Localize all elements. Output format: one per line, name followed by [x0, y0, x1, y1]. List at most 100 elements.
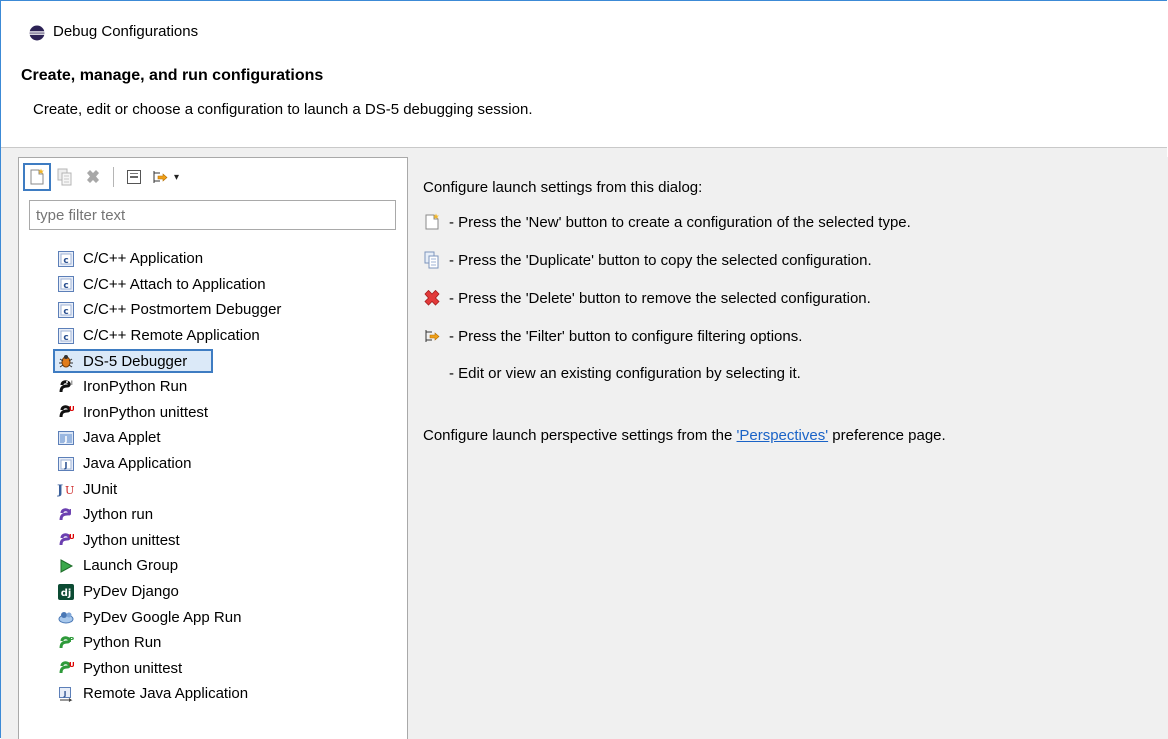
tree-item-label: C/C++ Postmortem Debugger: [83, 301, 282, 319]
svg-text:J: J: [64, 435, 68, 444]
tree-item-python-run[interactable]: P Python Run: [57, 630, 397, 656]
tree-item-cpp-application[interactable]: c C/C++ Application: [57, 246, 397, 272]
svg-text:J: J: [64, 461, 68, 470]
tree-item-ironpython-unittest[interactable]: U IronPython unittest: [57, 400, 397, 426]
tree-item-pydev-google-app-run[interactable]: PyDev Google App Run: [57, 604, 397, 630]
perspective-suffix: preference page.: [828, 427, 946, 444]
c-icon: c: [57, 301, 75, 319]
python-unittest-icon: U: [57, 403, 75, 421]
delete-button[interactable]: [79, 163, 107, 191]
tree-item-jython-run[interactable]: J Jython run: [57, 502, 397, 528]
filter-icon: [423, 327, 441, 345]
configuration-tree-panel: ▾ c C/C++ Application c C/C++ Attach to …: [18, 157, 408, 739]
tree-item-label: Java Applet: [83, 429, 161, 447]
tree-item-label: Launch Group: [83, 557, 179, 575]
duplicate-icon: [57, 168, 72, 186]
tree-item-cpp-attach[interactable]: c C/C++ Attach to Application: [57, 272, 397, 298]
tree-item-jython-unittest[interactable]: U Jython unittest: [57, 528, 397, 554]
dialog-header: Create, manage, and run configurations C…: [1, 63, 1167, 148]
junit-icon: JU: [57, 480, 75, 498]
svg-text:I: I: [71, 380, 73, 387]
tree-item-remote-java-application[interactable]: J Remote Java Application: [57, 681, 397, 707]
info-duplicate-line: - Press the 'Duplicate' button to copy t…: [423, 251, 872, 269]
filter-dropdown-arrow[interactable]: ▾: [174, 172, 179, 183]
jython-icon: J: [57, 506, 75, 524]
duplicate-button[interactable]: [51, 163, 79, 191]
info-new-text: - Press the 'New' button to create a con…: [449, 213, 911, 231]
info-filter-line: - Press the 'Filter' button to configure…: [423, 327, 802, 345]
django-icon: dj: [57, 583, 75, 601]
toolbar-separator: [113, 167, 114, 187]
svg-text:c: c: [63, 307, 68, 317]
filter-icon: [153, 171, 168, 183]
tree-item-python-unittest[interactable]: U Python unittest: [57, 656, 397, 682]
c-icon: c: [57, 275, 75, 293]
python-run-icon: P: [57, 634, 75, 652]
tree-item-java-application[interactable]: J Java Application: [57, 451, 397, 477]
tree-item-label: Remote Java Application: [83, 685, 249, 703]
collapse-all-button[interactable]: [120, 163, 148, 191]
filter-input[interactable]: [29, 200, 396, 230]
tree-item-label: C/C++ Remote Application: [83, 327, 260, 345]
svg-text:c: c: [63, 333, 68, 343]
svg-text:U: U: [65, 484, 74, 497]
svg-text:P: P: [69, 636, 74, 644]
info-edit-line: - Edit or view an existing configuration…: [449, 365, 801, 382]
filter-button[interactable]: [148, 163, 172, 191]
tree-item-label: DS-5 Debugger: [83, 352, 188, 370]
tree-item-junit[interactable]: JU JUnit: [57, 476, 397, 502]
info-panel: Configure launch settings from this dial…: [413, 157, 1168, 739]
info-duplicate-text: - Press the 'Duplicate' button to copy t…: [449, 251, 872, 269]
info-filter-text: - Press the 'Filter' button to configure…: [449, 327, 803, 345]
tree-toolbar: ▾: [23, 162, 179, 192]
remote-java-icon: J: [57, 685, 75, 703]
tree-item-cpp-postmortem[interactable]: c C/C++ Postmortem Debugger: [57, 297, 397, 323]
duplicate-icon: [423, 251, 441, 269]
info-edit-text: - Edit or view an existing configuration…: [449, 365, 801, 382]
c-icon: c: [57, 327, 75, 345]
tree-item-label: PyDev Google App Run: [83, 608, 242, 626]
tree-item-label: Jython unittest: [83, 531, 180, 549]
tree-item-label: IronPython Run: [83, 378, 188, 396]
python-unittest-icon: U: [57, 659, 75, 677]
tree-item-ironpython-run[interactable]: I IronPython Run: [57, 374, 397, 400]
svg-text:U: U: [69, 661, 74, 669]
header-description: Create, edit or choose a configuration t…: [33, 101, 533, 118]
python-icon: I: [57, 378, 75, 396]
header-title: Create, manage, and run configurations: [21, 67, 324, 84]
svg-text:J: J: [63, 690, 67, 698]
info-intro-text: Configure launch settings from this dial…: [423, 179, 703, 196]
eclipse-icon: [29, 25, 45, 41]
perspectives-link[interactable]: 'Perspectives': [737, 427, 829, 444]
new-configuration-button[interactable]: [23, 163, 51, 191]
jython-unittest-icon: U: [57, 531, 75, 549]
tree-item-launch-group[interactable]: Launch Group: [57, 553, 397, 579]
new-config-icon: [423, 213, 441, 231]
svg-text:U: U: [69, 533, 74, 541]
tree-item-label: Python unittest: [83, 659, 183, 677]
tree-item-cpp-remote[interactable]: c C/C++ Remote Application: [57, 323, 397, 349]
tree-item-label: Java Application: [83, 455, 192, 473]
java-app-icon: J: [57, 455, 75, 473]
debug-configurations-window: Debug Configurations Create, manage, and…: [0, 0, 1168, 739]
new-config-icon: [30, 168, 44, 185]
tree-item-pydev-django[interactable]: dj PyDev Django: [57, 579, 397, 605]
ds5-bug-icon: [57, 352, 75, 370]
svg-text:dj: dj: [61, 588, 72, 599]
window-title: Debug Configurations: [53, 23, 199, 40]
svg-text:J: J: [57, 483, 63, 497]
tree-item-label: JUnit: [83, 480, 118, 498]
delete-icon: [87, 170, 99, 183]
tree-item-ds5-debugger[interactable]: DS-5 Debugger: [53, 348, 397, 374]
delete-icon: [423, 289, 441, 307]
java-applet-icon: J: [57, 429, 75, 447]
tree-item-java-applet[interactable]: J Java Applet: [57, 425, 397, 451]
info-perspective-line: Configure launch perspective settings fr…: [423, 427, 946, 444]
tree-item-label: C/C++ Application: [83, 250, 204, 268]
c-icon: c: [57, 250, 75, 268]
tree-item-label: C/C++ Attach to Application: [83, 275, 266, 293]
tree-item-label: IronPython unittest: [83, 403, 209, 421]
launch-group-icon: [57, 557, 75, 575]
svg-text:U: U: [69, 405, 74, 413]
tree-item-label: Jython run: [83, 506, 154, 524]
